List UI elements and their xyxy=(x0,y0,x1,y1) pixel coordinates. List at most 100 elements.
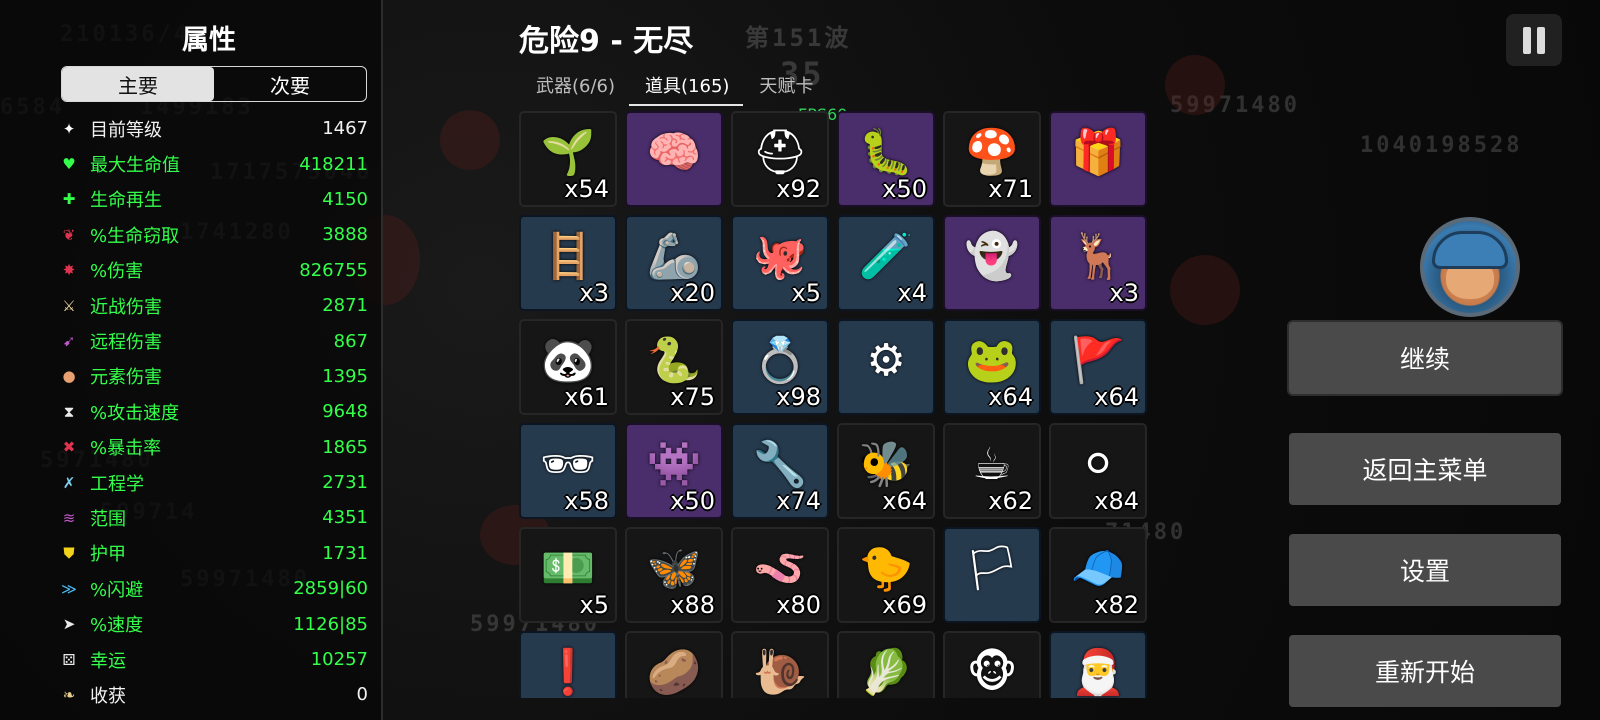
stat-row[interactable]: ❧ 收获 0 xyxy=(56,677,368,712)
luck-icon: ⚄ xyxy=(62,650,76,669)
item-slot[interactable]: 🦌 x3 xyxy=(1049,215,1147,311)
item-count: x58 xyxy=(564,487,609,515)
stat-label: %攻击速度 xyxy=(90,402,180,424)
heart-icon: ♥ xyxy=(62,155,76,174)
stat-row[interactable]: ● 元素伤害 1395 xyxy=(56,359,368,394)
attack-speed-icon: ⧗ xyxy=(63,402,75,421)
item-slot[interactable]: 🏳 xyxy=(943,527,1041,623)
item-count: x4 xyxy=(897,279,927,307)
stat-label: %伤害 xyxy=(90,261,144,283)
range-icon: ≋ xyxy=(62,508,76,527)
avatar-helmet xyxy=(1432,231,1508,269)
stat-row[interactable]: ⛊ 护甲 1731 xyxy=(56,536,368,571)
stat-row[interactable]: ≫ %闪避 2859|60 xyxy=(56,571,368,606)
item-count: x88 xyxy=(670,591,715,619)
stat-value: 10257 xyxy=(310,649,368,671)
continue-button[interactable]: 继续 xyxy=(1289,322,1561,394)
stat-row[interactable]: ➤ %速度 1126|85 xyxy=(56,606,368,641)
item-grid-scroll[interactable]: 🌱 x54 🧠 ⛑ x92 🐛 x50 🍄 x71 🎁 🪜 x3 🦾 x20 🐙 x5 🧪 x4 👻 🦌 x3 🐼 x61 🐍… xyxy=(519,108,1154,698)
item-slot[interactable]: ⛑ x92 xyxy=(731,111,829,207)
item-slot[interactable]: 🦾 x20 xyxy=(625,215,723,311)
item-slot[interactable]: 🍄 x71 xyxy=(943,111,1041,207)
item-slot[interactable]: 🕶 x58 xyxy=(519,423,617,519)
item-slot[interactable]: 🧠 xyxy=(625,111,723,207)
stat-row[interactable]: ⚄ 幸运 10257 xyxy=(56,642,368,677)
stat-row[interactable]: ✸ %伤害 826755 xyxy=(56,253,368,288)
item-slot[interactable]: 🐼 x61 xyxy=(519,319,617,415)
harvest-icon: ❧ xyxy=(62,685,76,704)
stat-row[interactable]: ≋ 范围 4351 xyxy=(56,500,368,535)
item-slot[interactable]: 🌱 x54 xyxy=(519,111,617,207)
item-slot[interactable]: ⚙ xyxy=(837,319,935,415)
item-slot[interactable]: 🐙 x5 xyxy=(731,215,829,311)
red-worm-item-icon: 🪱 xyxy=(752,543,808,595)
item-slot[interactable]: 🐵 xyxy=(943,631,1041,698)
item-slot[interactable]: 🐛 x50 xyxy=(837,111,935,207)
item-slot[interactable]: ☕ x62 xyxy=(943,423,1041,519)
helmet-item-icon: ⛑ xyxy=(752,127,808,179)
danger-level-title: 危险9 - 无尽 xyxy=(519,24,694,59)
item-slot[interactable]: 🎁 xyxy=(1049,111,1147,207)
tab-items[interactable]: 道具(165) xyxy=(629,70,744,106)
potion-bottle-item-icon: 🧪 xyxy=(858,231,914,283)
item-slot[interactable]: 🧪 x4 xyxy=(837,215,935,311)
lifesteal-icon: ❦ xyxy=(62,225,76,244)
item-slot[interactable]: ⚪ x84 xyxy=(1049,423,1147,519)
tab-weapons[interactable]: 武器(6/6) xyxy=(520,70,629,106)
brain-item-icon: 🧠 xyxy=(646,127,702,179)
tab-talent-cards[interactable]: 天赋卡 xyxy=(743,70,827,106)
tab-primary-stats[interactable]: 主要 xyxy=(62,67,214,101)
item-slot[interactable]: 🧢 x82 xyxy=(1049,527,1147,623)
item-slot[interactable]: 🚩 x64 xyxy=(1049,319,1147,415)
stat-row[interactable]: ✚ 生命再生 4150 xyxy=(56,182,368,217)
tab-secondary-stats[interactable]: 次要 xyxy=(214,67,366,101)
stat-row[interactable]: ⚔ 近战伤害 2871 xyxy=(56,288,368,323)
settings-button[interactable]: 设置 xyxy=(1289,534,1561,606)
item-slot[interactable]: 🐍 x75 xyxy=(625,319,723,415)
stat-value: 2871 xyxy=(322,295,368,317)
item-slot[interactable]: 🐤 x69 xyxy=(837,527,935,623)
item-slot[interactable]: 🎅 xyxy=(1049,631,1147,698)
stats-panel: 属性 主要 次要 ✦ 目前等级 1467 ♥ 最大生命值 418211 ✚ 生命再生 4150 ❦… xyxy=(0,0,383,720)
item-count: x54 xyxy=(564,175,609,203)
item-slot[interactable]: 👾 x50 xyxy=(625,423,723,519)
stat-row[interactable]: ❦ %生命窃取 3888 xyxy=(56,217,368,252)
item-slot[interactable]: 🪱 x80 xyxy=(731,527,829,623)
stat-value: 1395 xyxy=(322,365,368,387)
item-slot[interactable]: 🪜 x3 xyxy=(519,215,617,311)
stat-row[interactable]: ✗ 工程学 2731 xyxy=(56,465,368,500)
item-slot[interactable]: 🥔 xyxy=(625,631,723,698)
item-slot[interactable]: 🥬 xyxy=(837,631,935,698)
stat-row[interactable]: ⧗ %攻击速度 9648 xyxy=(56,394,368,429)
item-slot[interactable]: 🐌 xyxy=(731,631,829,698)
propeller-cap-item-icon: 🧢 xyxy=(1070,543,1126,595)
cup-item-icon: ☕ xyxy=(972,439,1012,491)
pause-button[interactable] xyxy=(1506,14,1562,66)
stat-value: 2859|60 xyxy=(293,578,368,600)
item-slot[interactable]: 💍 x98 xyxy=(731,319,829,415)
item-slot[interactable]: 👻 xyxy=(943,215,1041,311)
stat-row[interactable]: ✦ 目前等级 1467 xyxy=(56,111,368,146)
monkey-item-icon: 🐵 xyxy=(966,647,1018,698)
crit-icon: ✖ xyxy=(62,438,76,457)
item-count: x64 xyxy=(1094,383,1139,411)
butterfly-item-icon: 🦋 xyxy=(646,543,702,595)
stat-list: ✦ 目前等级 1467 ♥ 最大生命值 418211 ✚ 生命再生 4150 ❦ %生命窃取 3888… xyxy=(56,111,368,713)
item-slot[interactable]: 🐝 x64 xyxy=(837,423,935,519)
item-slot[interactable]: 🐸 x64 xyxy=(943,319,1041,415)
stat-value: 826755 xyxy=(299,259,368,281)
item-slot[interactable]: 🦋 x88 xyxy=(625,527,723,623)
restart-button[interactable]: 重新开始 xyxy=(1289,635,1561,707)
slime-ladder-item-icon: 🪜 xyxy=(540,231,596,283)
item-slot[interactable]: 🔧 x74 xyxy=(731,423,829,519)
damage-number-floating: 1040198528 xyxy=(1360,133,1523,158)
main-menu-button[interactable]: 返回主菜单 xyxy=(1289,433,1561,505)
item-count: x62 xyxy=(988,487,1033,515)
stat-row[interactable]: ✖ %暴击率 1865 xyxy=(56,430,368,465)
stat-row[interactable]: ➹ 远程伤害 867 xyxy=(56,323,368,358)
item-slot[interactable]: 💵 x5 xyxy=(519,527,617,623)
stat-row[interactable]: ♥ 最大生命值 418211 xyxy=(56,146,368,181)
engineering-icon: ✗ xyxy=(62,473,76,492)
robot-arm-item-icon: 🦾 xyxy=(646,231,702,283)
item-slot[interactable]: ❗ xyxy=(519,631,617,698)
